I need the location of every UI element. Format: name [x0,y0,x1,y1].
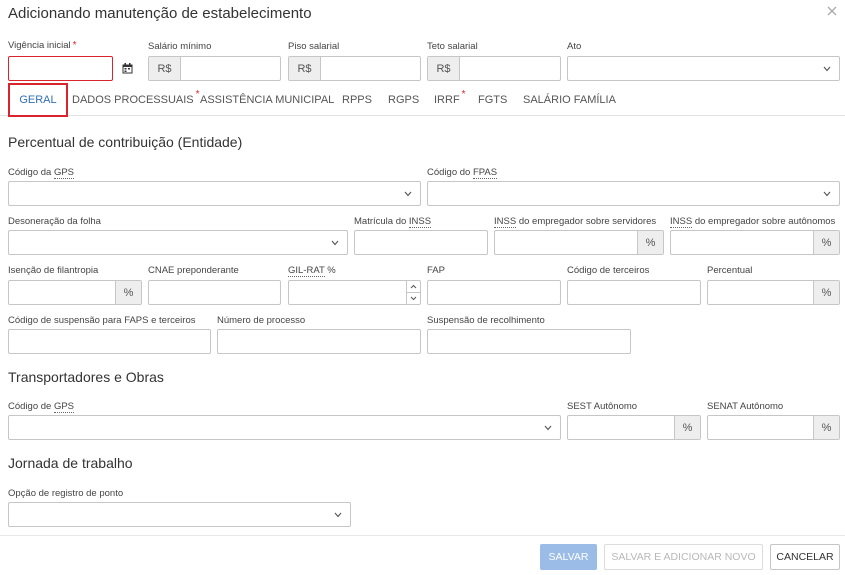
senat-input[interactable]: % [707,415,840,440]
inss-autonomos-label: INSS do empregador sobre autônomos [670,216,836,228]
suspensao-recolhimento-input[interactable] [427,329,631,354]
modal-title: Adicionando manutenção de estabeleciment… [8,5,312,22]
percent-addon: % [637,231,663,254]
tab-irrf[interactable]: IRRF * [434,83,466,116]
sest-label: SEST Autônomo [567,401,638,412]
chevron-down-icon [404,191,412,197]
cnae-label: CNAE preponderante [148,265,239,276]
percentual-label: Percentual [707,265,753,276]
codigo-terceiros-label: Código de terceiros [567,265,650,276]
section-title-percentual: Percentual de contribuição (Entidade) [8,134,243,150]
codigo-gps-transp-select[interactable] [8,415,561,440]
tab-rgps[interactable]: RGPS [388,83,419,116]
spinner-down-icon[interactable] [407,293,420,305]
salario-label: Salário mínimo [148,41,212,52]
percent-addon: % [674,416,700,439]
close-icon[interactable] [825,4,839,18]
tab-dados-processuais[interactable]: DADOS PROCESSUAIS * [72,83,200,116]
numero-processo-input[interactable] [217,329,421,354]
cnae-input[interactable] [148,280,281,305]
chevron-down-icon [544,425,552,431]
percent-addon: % [813,281,839,304]
tab-rpps[interactable]: RPPS [342,83,372,116]
chevron-down-icon [823,191,831,197]
piso-label: Piso salarial [288,41,340,52]
codigo-fpas-label: Código do FPAS [427,167,498,179]
inss-servidores-label: INSS do empregador sobre servidores [494,216,657,228]
percent-addon: % [813,416,839,439]
opcao-registro-select[interactable] [8,502,351,527]
percentual-input[interactable]: % [707,280,840,305]
tab-fgts[interactable]: FGTS [478,83,507,116]
percent-addon: % [813,231,839,254]
save-button[interactable]: SALVAR [540,544,597,570]
codigo-fpas-select[interactable] [427,181,840,206]
gilrat-input[interactable] [288,280,421,305]
calendar-icon[interactable] [114,56,140,81]
number-spinner[interactable] [406,281,420,304]
isencao-label: Isenção de filantropia [8,265,99,276]
currency-addon: R$ [149,57,181,80]
codigo-gps-transp-label: Código de GPS [8,401,75,413]
tab-salario-familia[interactable]: SALÁRIO FAMÍLIA [523,83,616,116]
salario-minimo-input[interactable]: R$ [148,56,281,81]
chevron-down-icon [823,66,831,72]
codigo-gps-label: Código da GPS [8,167,75,179]
currency-addon: R$ [428,57,460,80]
tab-assistencia-municipal[interactable]: ASSISTÊNCIA MUNICIPAL [200,83,334,116]
codigo-suspensao-input[interactable] [8,329,211,354]
gilrat-label: GIL-RAT % [288,265,336,277]
inss-autonomos-input[interactable]: % [670,230,840,255]
ato-label: Ato [567,41,582,52]
save-and-add-button[interactable]: SALVAR E ADICIONAR NOVO [604,544,763,570]
spinner-up-icon[interactable] [407,281,420,293]
vigencia-input[interactable] [8,56,113,81]
matricula-inss-label: Matrícula do INSS [354,216,432,228]
teto-salarial-input[interactable]: R$ [427,56,561,81]
suspensao-recolhimento-label: Suspensão de recolhimento [427,315,545,326]
teto-label: Teto salarial [427,41,478,52]
vigencia-label: Vigência inicial * [8,40,77,51]
section-title-jornada: Jornada de trabalho [8,455,133,471]
codigo-terceiros-input[interactable] [567,280,701,305]
piso-salarial-input[interactable]: R$ [288,56,421,81]
percent-addon: % [115,281,141,304]
desoneracao-select[interactable] [8,230,348,255]
cancel-button[interactable]: CANCELAR [770,544,840,570]
chevron-down-icon [331,240,339,246]
ato-select[interactable] [567,56,840,81]
currency-addon: R$ [289,57,321,80]
isencao-input[interactable]: % [8,280,142,305]
matricula-inss-input[interactable] [354,230,488,255]
inss-servidores-input[interactable]: % [494,230,664,255]
tab-geral[interactable]: GERAL [8,83,68,117]
codigo-gps-select[interactable] [8,181,421,206]
chevron-down-icon [334,512,342,518]
fap-label: FAP [427,265,445,276]
section-title-transportadores: Transportadores e Obras [8,369,164,385]
codigo-suspensao-label: Código de suspensão para FAPS e terceiro… [8,315,196,326]
sest-input[interactable]: % [567,415,701,440]
fap-input[interactable] [427,280,561,305]
tab-bar: GERAL DADOS PROCESSUAIS * ASSISTÊNCIA MUN… [0,83,845,117]
senat-label: SENAT Autônomo [707,401,784,412]
desoneracao-label: Desoneração da folha [8,216,101,227]
opcao-registro-label: Opção de registro de ponto [8,488,124,499]
numero-processo-label: Número de processo [217,315,306,326]
